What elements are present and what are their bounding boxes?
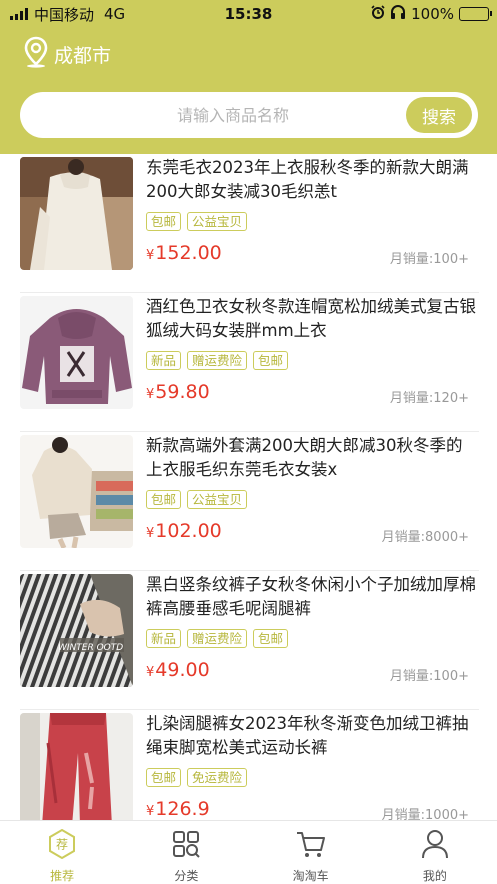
product-tags: 包邮 公益宝贝 <box>146 212 248 231</box>
headphones-icon <box>390 5 406 23</box>
location-pin-icon <box>24 36 48 73</box>
product-item[interactable]: 新款高端外套满200大朗大郎减30秋冬季的上衣服毛织东莞毛衣女装x 包邮 公益宝… <box>0 432 497 571</box>
tab-recommend[interactable]: 荐 推荐 <box>0 821 124 883</box>
tab-label: 推荐 <box>50 869 75 883</box>
search-bar: 搜索 <box>20 92 478 138</box>
product-image[interactable] <box>20 713 133 820</box>
monthly-sales: 月销量:1000+ <box>381 808 469 820</box>
product-title[interactable]: 新款高端外套满200大朗大郎减30秋冬季的上衣服毛织东莞毛衣女装x <box>146 434 476 482</box>
product-tags: 包邮 免运费险 <box>146 768 248 787</box>
tab-label: 我的 <box>422 869 447 883</box>
image-caption: WINTER OOTD <box>58 643 123 653</box>
header: 成都市 搜索 <box>0 28 497 154</box>
product-image[interactable] <box>20 157 133 270</box>
product-tag: 公益宝贝 <box>187 490 248 509</box>
status-bar: 中国移动 4G 15:38 100% <box>0 0 497 28</box>
product-image[interactable] <box>20 435 133 548</box>
monthly-sales: 月销量:120+ <box>389 391 469 406</box>
battery-charging-icon <box>459 7 492 21</box>
product-price: ¥126.9 <box>146 798 210 820</box>
monthly-sales: 月销量:8000+ <box>381 530 469 545</box>
product-tag: 新品 <box>146 351 182 370</box>
alarm-icon <box>371 5 385 23</box>
product-title[interactable]: 酒红色卫衣女秋冬款连帽宽松加绒美式复古银狐绒大码女装胖mm上衣 <box>146 295 476 343</box>
product-image[interactable] <box>20 296 133 409</box>
currency-symbol: ¥ <box>146 387 155 402</box>
product-item[interactable]: 东莞毛衣2023年上衣服秋冬季的新款大朗满200大郎女装减30毛织恙t 包邮 公… <box>0 154 497 293</box>
product-title[interactable]: 扎染阔腿裤女2023年秋冬渐变色加绒卫裤抽绳束脚宽松美式运动长裤 <box>146 712 476 760</box>
cart-icon <box>295 829 327 863</box>
tab-label: 淘淘车 <box>292 869 329 883</box>
price-value: 102.00 <box>155 520 222 542</box>
product-list[interactable]: 东莞毛衣2023年上衣服秋冬季的新款大朗满200大郎女装减30毛织恙t 包邮 公… <box>0 154 497 820</box>
monthly-sales: 月销量:100+ <box>389 252 469 267</box>
product-item[interactable]: 扎染阔腿裤女2023年秋冬渐变色加绒卫裤抽绳束脚宽松美式运动长裤 包邮 免运费险… <box>0 710 497 820</box>
product-tags: 新品 赠运费险 包邮 <box>146 351 289 370</box>
price-value: 152.00 <box>155 242 222 264</box>
product-tags: 新品 赠运费险 包邮 <box>146 629 289 648</box>
profile-icon <box>420 829 450 863</box>
search-button[interactable]: 搜索 <box>406 97 472 133</box>
search-input[interactable] <box>20 105 406 125</box>
product-image[interactable]: WINTER OOTD <box>20 574 133 687</box>
product-tag: 赠运费险 <box>187 629 248 648</box>
product-tag: 包邮 <box>253 351 289 370</box>
bottom-tab-bar: 荐 推荐 分类 淘淘车 我的 <box>0 820 497 883</box>
product-tag: 公益宝贝 <box>187 212 248 231</box>
product-title[interactable]: 黑白竖条纹裤子女秋冬休闲小个子加绒加厚棉裤高腰垂感毛呢阔腿裤 <box>146 573 476 621</box>
price-value: 49.00 <box>155 659 210 681</box>
currency-symbol: ¥ <box>146 804 155 819</box>
product-tag: 包邮 <box>146 768 182 787</box>
price-value: 126.9 <box>155 798 210 820</box>
product-price: ¥102.00 <box>146 520 222 542</box>
tab-profile[interactable]: 我的 <box>373 821 497 883</box>
price-value: 59.80 <box>155 381 210 403</box>
city-name: 成都市 <box>54 45 112 67</box>
product-tag: 免运费险 <box>187 768 248 787</box>
product-tags: 包邮 公益宝贝 <box>146 490 248 509</box>
product-price: ¥49.00 <box>146 659 210 681</box>
location-selector[interactable]: 成都市 <box>24 36 111 73</box>
recommend-icon: 荐 <box>48 828 76 863</box>
category-icon <box>171 829 201 863</box>
product-price: ¥152.00 <box>146 242 222 264</box>
tab-label: 分类 <box>174 869 199 883</box>
tab-category[interactable]: 分类 <box>124 821 248 883</box>
product-title[interactable]: 东莞毛衣2023年上衣服秋冬季的新款大朗满200大郎女装减30毛织恙t <box>146 156 476 204</box>
product-tag: 赠运费险 <box>187 351 248 370</box>
currency-symbol: ¥ <box>146 526 155 541</box>
product-item[interactable]: WINTER OOTD 黑白竖条纹裤子女秋冬休闲小个子加绒加厚棉裤高腰垂感毛呢阔… <box>0 571 497 710</box>
product-tag: 新品 <box>146 629 182 648</box>
currency-symbol: ¥ <box>146 248 155 263</box>
monthly-sales: 月销量:100+ <box>389 669 469 684</box>
product-tag: 包邮 <box>146 490 182 509</box>
product-tag: 包邮 <box>146 212 182 231</box>
battery-percent: 100% <box>411 5 454 23</box>
recommend-badge-text: 荐 <box>56 838 68 852</box>
currency-symbol: ¥ <box>146 665 155 680</box>
product-item[interactable]: 酒红色卫衣女秋冬款连帽宽松加绒美式复古银狐绒大码女装胖mm上衣 新品 赠运费险 … <box>0 293 497 432</box>
product-tag: 包邮 <box>253 629 289 648</box>
product-price: ¥59.80 <box>146 381 210 403</box>
tab-cart[interactable]: 淘淘车 <box>249 821 373 883</box>
